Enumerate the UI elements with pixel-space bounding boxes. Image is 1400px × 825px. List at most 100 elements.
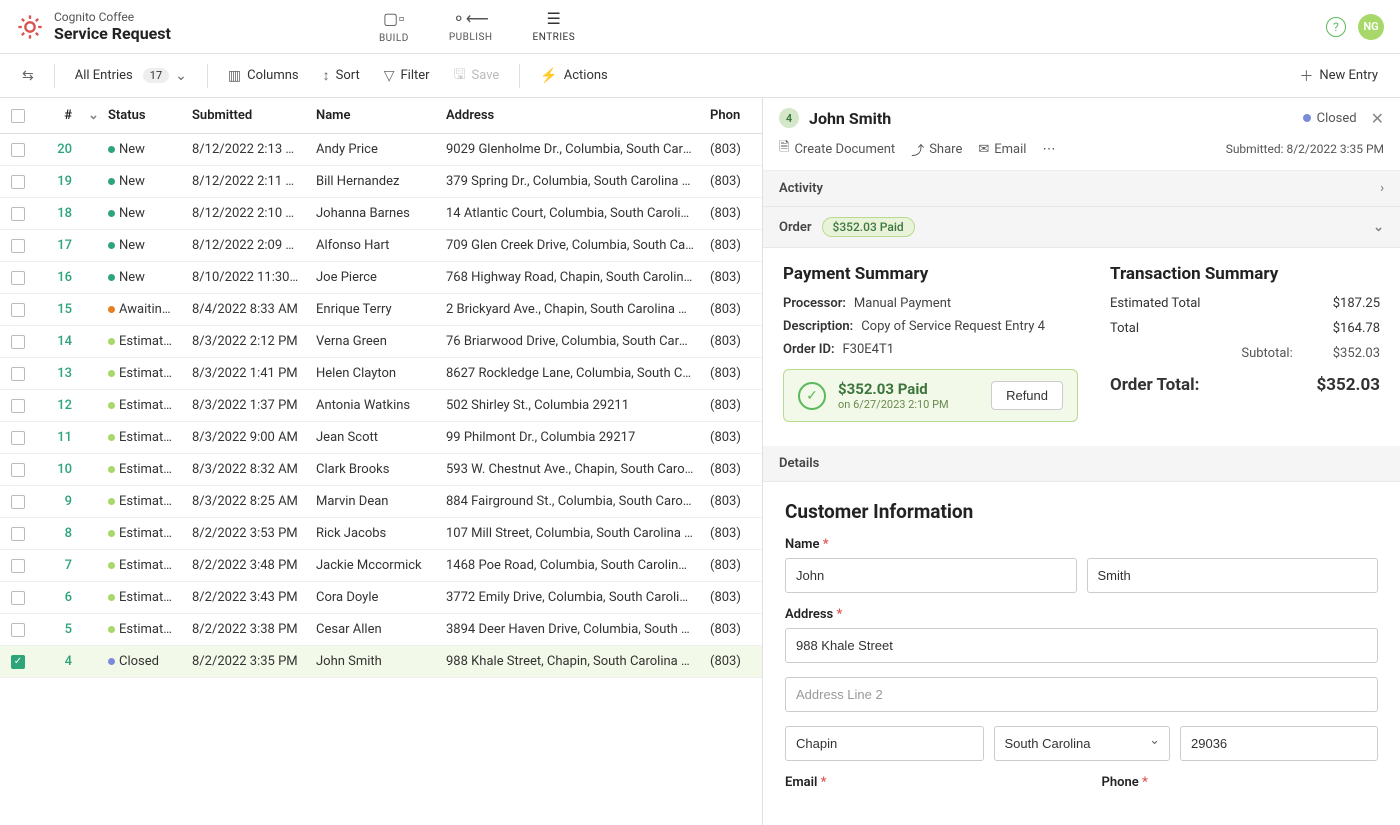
col-phone[interactable]: Phon xyxy=(702,108,762,123)
refund-button[interactable]: Refund xyxy=(991,381,1063,410)
avatar[interactable]: NG xyxy=(1358,14,1384,40)
table-row[interactable]: 5Estimate ...8/2/2022 3:38 PMCesar Allen… xyxy=(0,614,762,646)
last-name-input[interactable] xyxy=(1087,558,1379,593)
row-checkbox[interactable] xyxy=(11,431,25,445)
state-select[interactable]: South Carolina xyxy=(994,726,1171,761)
row-checkbox[interactable] xyxy=(11,175,25,189)
details-section[interactable]: Details xyxy=(763,446,1400,482)
table-row[interactable]: 7Estimate ...8/2/2022 3:48 PMJackie Mcco… xyxy=(0,550,762,582)
total-value: $164.78 xyxy=(1333,321,1380,336)
row-submitted: 8/3/2022 9:00 AM xyxy=(184,430,308,445)
row-name: Cora Doyle xyxy=(308,590,438,605)
tab-build-label: BUILD xyxy=(379,33,409,44)
divider xyxy=(54,64,55,88)
row-address: 1468 Poe Road, Columbia, South Carolina … xyxy=(438,558,702,573)
table-row[interactable]: 18New8/12/2022 2:10 PMJohanna Barnes14 A… xyxy=(0,198,762,230)
row-phone: (803) xyxy=(702,494,762,509)
paid-date: on 6/27/2023 2:10 PM xyxy=(838,398,991,411)
table-row[interactable]: 8Estimate ...8/2/2022 3:53 PMRick Jacobs… xyxy=(0,518,762,550)
row-checkbox[interactable] xyxy=(11,367,25,381)
row-checkbox[interactable] xyxy=(11,591,25,605)
table-row[interactable]: 9Estimate ...8/3/2022 8:25 AMMarvin Dean… xyxy=(0,486,762,518)
row-checkbox[interactable]: ✓ xyxy=(11,655,25,669)
row-checkbox[interactable] xyxy=(11,463,25,477)
row-phone: (803) xyxy=(702,366,762,381)
row-checkbox[interactable] xyxy=(11,623,25,637)
table-row[interactable]: 6Estimate a...8/2/2022 3:43 PMCora Doyle… xyxy=(0,582,762,614)
table-row[interactable]: 11Estimate ...8/3/2022 9:00 AMJean Scott… xyxy=(0,422,762,454)
table-row[interactable]: 17New8/12/2022 2:09 PMAlfonso Hart709 Gl… xyxy=(0,230,762,262)
table-row[interactable]: 12Estimate ...8/3/2022 1:37 PMAntonia Wa… xyxy=(0,390,762,422)
table-row[interactable]: 20New8/12/2022 2:13 PMAndy Price9029 Gle… xyxy=(0,134,762,166)
columns-button[interactable]: ▥ Columns xyxy=(218,62,309,90)
order-section[interactable]: Order $352.03 Paid ⌄ xyxy=(763,207,1400,248)
row-address: 379 Spring Dr., Columbia, South Carolina… xyxy=(438,174,702,189)
columns-label: Columns xyxy=(247,68,299,83)
sort-button[interactable]: ↕Sort xyxy=(313,61,370,90)
col-status[interactable]: Status xyxy=(100,108,184,123)
row-checkbox[interactable] xyxy=(11,303,25,317)
more-icon[interactable]: ⋯ xyxy=(1042,142,1055,157)
row-checkbox[interactable] xyxy=(11,527,25,541)
all-entries-dropdown[interactable]: All Entries 17 ⌄ xyxy=(65,62,197,90)
row-checkbox[interactable] xyxy=(11,399,25,413)
create-document-button[interactable]: 🗎Create Document xyxy=(779,138,895,160)
actions-button[interactable]: ⚡Actions xyxy=(530,62,617,90)
zip-input[interactable] xyxy=(1180,726,1378,761)
new-entry-label: New Entry xyxy=(1319,68,1378,83)
first-name-input[interactable] xyxy=(785,558,1077,593)
email-button[interactable]: ✉Email xyxy=(978,142,1026,157)
row-submitted: 8/3/2022 8:32 AM xyxy=(184,462,308,477)
table-row[interactable]: 16New8/10/2022 11:30 AMJoe Pierce768 Hig… xyxy=(0,262,762,294)
filter-button[interactable]: ▽Filter xyxy=(374,62,440,90)
row-phone: (803) xyxy=(702,526,762,541)
table-row[interactable]: 13Estimate ...8/3/2022 1:41 PMHelen Clay… xyxy=(0,358,762,390)
activity-section[interactable]: Activity › xyxy=(763,171,1400,207)
row-status: Estimate ... xyxy=(100,494,184,509)
row-checkbox[interactable] xyxy=(11,143,25,157)
table-row[interactable]: ✓4Closed8/2/2022 3:35 PMJohn Smith988 Kh… xyxy=(0,646,762,678)
sort-indicator-icon[interactable]: ⌄ xyxy=(80,108,100,123)
row-checkbox[interactable] xyxy=(11,335,25,349)
paid-amount: $352.03 Paid xyxy=(838,380,991,398)
col-name[interactable]: Name xyxy=(308,108,438,123)
table-row[interactable]: 19New8/12/2022 2:11 PMBill Hernandez379 … xyxy=(0,166,762,198)
header-title: Cognito Coffee Service Request xyxy=(54,10,171,43)
new-entry-button[interactable]: ＋New Entry xyxy=(1289,60,1388,92)
row-checkbox[interactable] xyxy=(11,495,25,509)
col-number[interactable]: # xyxy=(36,108,80,123)
help-icon[interactable]: ? xyxy=(1326,17,1346,37)
settings-icon-button[interactable]: ⇆ xyxy=(12,62,44,90)
address-line1-input[interactable] xyxy=(785,628,1378,663)
row-name: Joe Pierce xyxy=(308,270,438,285)
tab-publish-label: PUBLISH xyxy=(449,32,493,43)
tab-build[interactable]: ▢▫ BUILD xyxy=(371,5,417,48)
table-row[interactable]: 14Estimate ...8/3/2022 2:12 PMVerna Gree… xyxy=(0,326,762,358)
table-row[interactable]: 10Estimate ...8/3/2022 8:32 AMClark Broo… xyxy=(0,454,762,486)
address-line2-input[interactable] xyxy=(785,677,1378,712)
row-checkbox[interactable] xyxy=(11,271,25,285)
row-checkbox[interactable] xyxy=(11,559,25,573)
city-input[interactable] xyxy=(785,726,984,761)
row-address: 502 Shirley St., Columbia 29211 xyxy=(438,398,702,413)
row-status: Estimate a... xyxy=(100,590,184,605)
columns-icon: ▥ xyxy=(228,68,241,84)
tab-publish[interactable]: ⚬⟵ PUBLISH xyxy=(441,5,501,48)
settings-icon: ⇆ xyxy=(22,68,34,84)
entry-number-badge: 4 xyxy=(779,108,799,128)
row-checkbox[interactable] xyxy=(11,207,25,221)
tab-entries[interactable]: ☰ ENTRIES xyxy=(525,0,584,48)
col-address[interactable]: Address xyxy=(438,108,702,123)
close-icon[interactable]: ✕ xyxy=(1371,109,1384,128)
subtotal-label: Subtotal: xyxy=(1110,346,1293,361)
estimated-total-label: Estimated Total xyxy=(1110,296,1200,311)
select-all-checkbox[interactable] xyxy=(11,109,25,123)
table-row[interactable]: 15Awaiting ...8/4/2022 8:33 AMEnrique Te… xyxy=(0,294,762,326)
row-checkbox[interactable] xyxy=(11,239,25,253)
col-submitted[interactable]: Submitted xyxy=(184,108,308,123)
row-address: 9029 Glenholme Dr., Columbia, South Caro… xyxy=(438,142,702,157)
row-number: 6 xyxy=(36,590,80,605)
row-status: Estimate ... xyxy=(100,366,184,381)
row-address: 8627 Rockledge Lane, Columbia, South Car… xyxy=(438,366,702,381)
share-button[interactable]: ⤴Share xyxy=(911,140,962,159)
